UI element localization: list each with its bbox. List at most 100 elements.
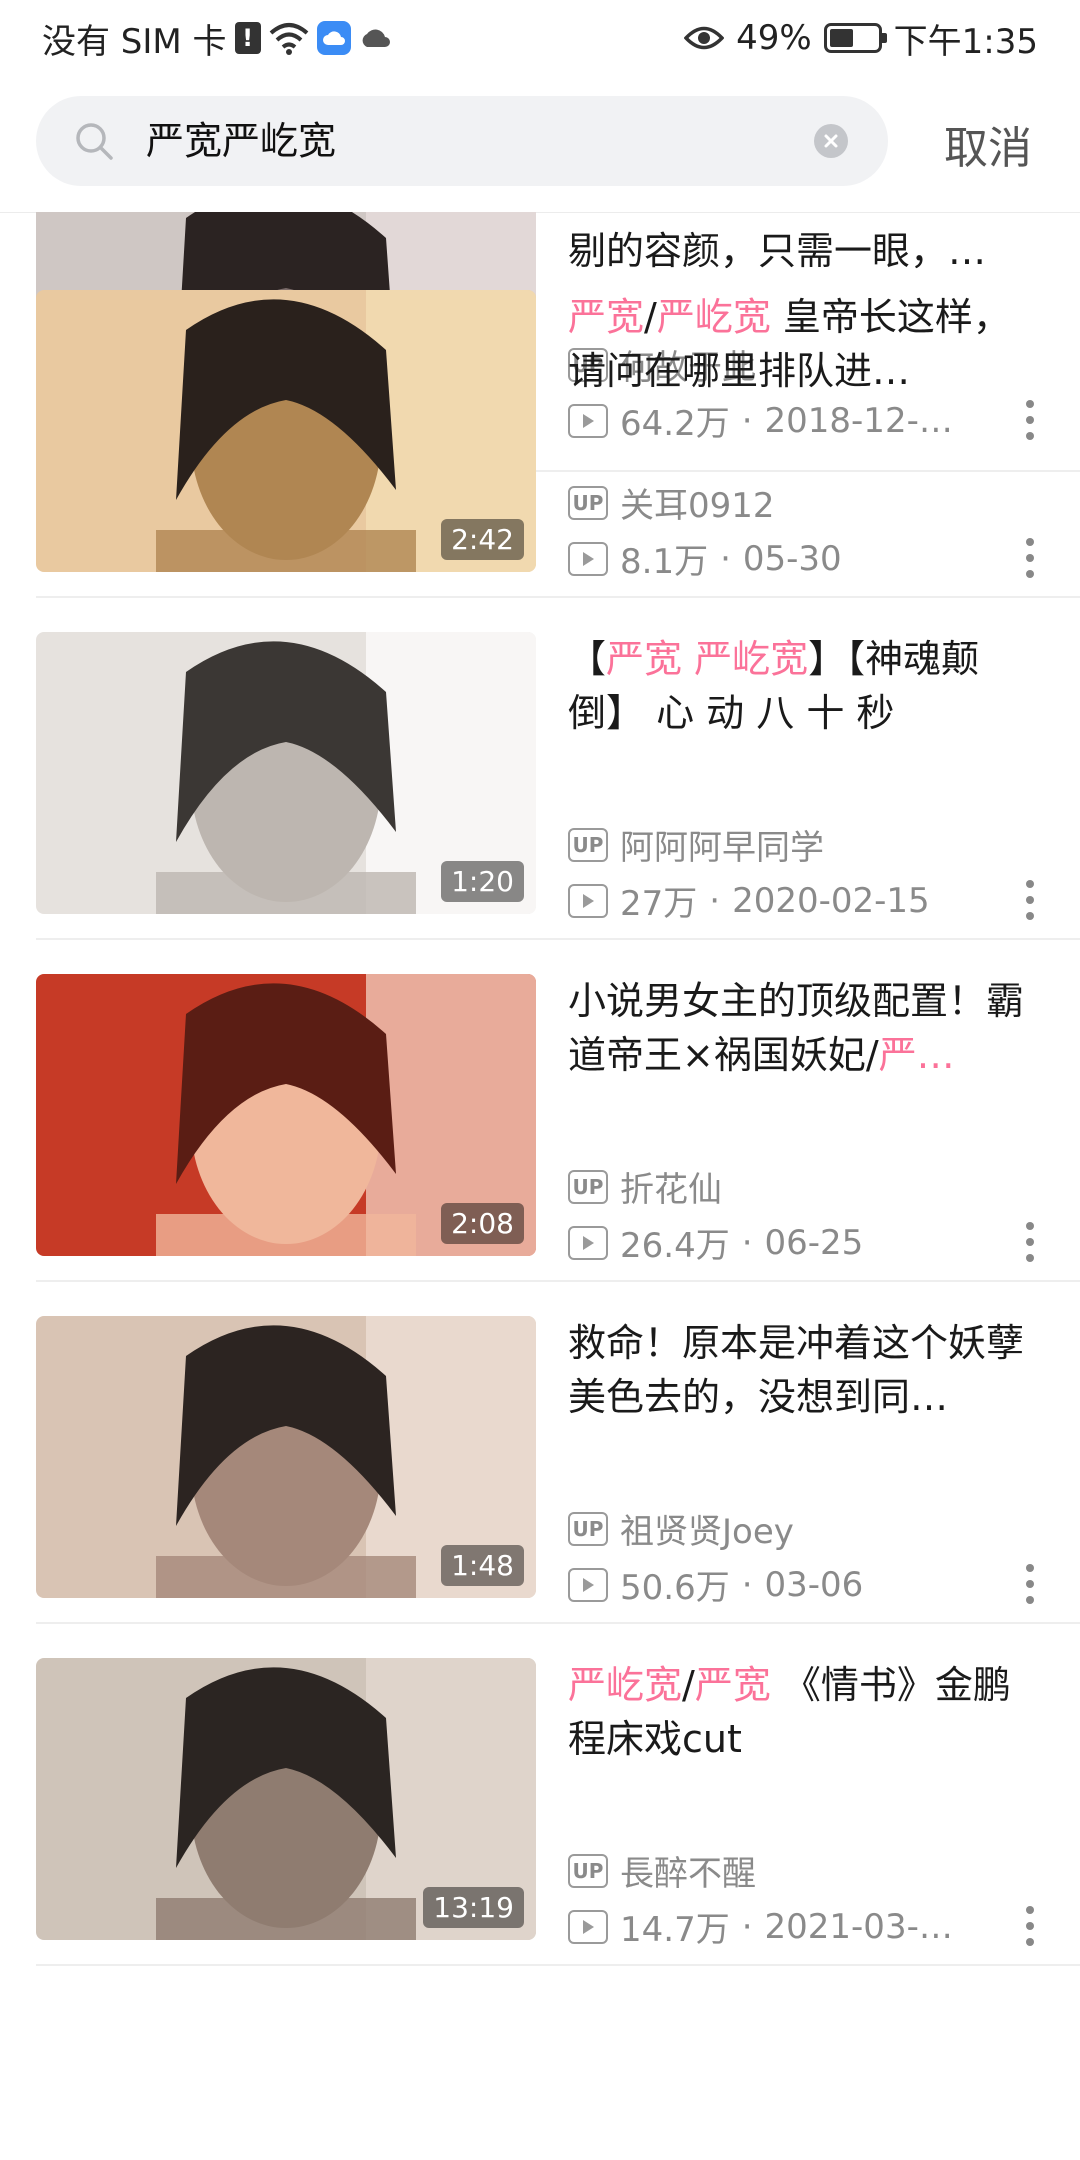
keyword-highlight: 严宽 xyxy=(568,295,645,339)
video-thumbnail[interactable]: 1:20 xyxy=(36,632,536,914)
separator-dot: · xyxy=(741,1906,753,1947)
uploader-name[interactable]: 長醉不醒 xyxy=(620,1846,756,1895)
more-options-icon[interactable] xyxy=(1024,400,1036,440)
publish-date: 2020-02-15 xyxy=(732,880,930,921)
view-count: 26.4万 xyxy=(620,1226,730,1266)
keyword-highlight: 严… xyxy=(878,1033,955,1077)
row-divider xyxy=(36,596,1080,598)
search-header: 严宽严屹宽 取消 xyxy=(0,76,1080,213)
separator-dot: · xyxy=(720,538,731,579)
publish-date: 03-06 xyxy=(764,1564,864,1605)
video-stats-row: 14.7万 · 2021-03-… xyxy=(568,1902,1008,1951)
separator-dot: · xyxy=(741,1564,753,1605)
more-options-icon[interactable] xyxy=(1024,1564,1036,1604)
video-thumbnail[interactable]: 2:08 xyxy=(36,974,536,1256)
video-thumbnail[interactable]: 2:42 xyxy=(36,290,536,572)
separator-dot: · xyxy=(741,400,753,441)
title-text: 救命！原本是冲着这个妖孽美色去的，没想到同… xyxy=(568,1321,1025,1419)
more-options-icon[interactable] xyxy=(1024,880,1036,920)
keyword-highlight: 严宽 严屹宽 xyxy=(606,637,809,681)
separator-dot: · xyxy=(709,880,721,921)
video-stats-row: 26.4万 · 06-25 xyxy=(568,1218,1008,1267)
video-title[interactable]: 严宽/严屹宽 皇帝长这样，请问在哪里排队进… xyxy=(568,290,1048,398)
clock: 下午1:35 xyxy=(893,21,1038,62)
title-text: 小说男女主的顶级配置！霸道帝王×祸国妖妃/ xyxy=(568,979,1025,1077)
uploader-name[interactable]: 阿阿阿早同学 xyxy=(620,820,824,869)
play-count-icon xyxy=(568,883,608,918)
view-count: 14.7万 xyxy=(620,1910,730,1950)
video-title[interactable]: 小说男女主的顶级配置！霸道帝王×祸国妖妃/严… xyxy=(568,974,1048,1082)
title-text: 【 xyxy=(568,637,607,681)
play-count-icon xyxy=(568,1909,608,1944)
video-duration: 2:42 xyxy=(441,519,524,560)
more-options-icon[interactable] xyxy=(1024,1222,1036,1262)
view-count: 27万 xyxy=(620,884,698,924)
row-divider xyxy=(36,1964,1080,1966)
video-duration: 2:08 xyxy=(441,1203,524,1244)
play-count-icon xyxy=(568,1567,608,1602)
cloud-app-icon xyxy=(316,21,351,55)
view-count: 8.1万 xyxy=(620,542,709,582)
video-thumbnail[interactable]: 13:19 xyxy=(36,1658,536,1940)
video-title[interactable]: 严屹宽/严宽 《情书》金鹏程床戏cut xyxy=(568,1658,1048,1766)
publish-date: 06-25 xyxy=(764,1222,864,1263)
more-options-icon[interactable] xyxy=(1024,1906,1036,1946)
up-badge-icon: UP xyxy=(568,1511,608,1546)
video-title[interactable]: 【严宽 严屹宽】【神魂颠倒】 心 动 八 十 秒 xyxy=(568,632,1048,740)
title-text: / xyxy=(644,295,657,339)
video-title[interactable]: 救命！原本是冲着这个妖孽美色去的，没想到同… xyxy=(568,1316,1048,1424)
play-count-icon xyxy=(568,1225,608,1260)
search-query[interactable]: 严宽严屹宽 xyxy=(146,96,336,186)
wifi-icon xyxy=(269,21,309,55)
play-count-icon xyxy=(568,403,608,438)
search-input[interactable]: 严宽严屹宽 xyxy=(36,96,888,186)
up-badge-icon: UP xyxy=(568,1169,608,1204)
eye-icon xyxy=(684,25,725,51)
uploader-row[interactable]: UP 关耳0912 xyxy=(568,478,775,527)
view-count: 64.2万 xyxy=(620,404,730,444)
uploader-name[interactable]: 折花仙 xyxy=(620,1162,722,1211)
uploader-name[interactable]: 祖贤贤Joey xyxy=(620,1504,794,1553)
results-list[interactable]: 3:34剔的容颜，只需一眼，…UP何故于此64.2万·2018-12-…2:42… xyxy=(0,212,1080,2160)
uploader-name[interactable]: 关耳0912 xyxy=(620,478,775,527)
separator-dot: · xyxy=(741,1222,753,1263)
cancel-button[interactable]: 取消 xyxy=(944,112,1032,176)
up-badge-icon: UP xyxy=(568,485,608,520)
keyword-highlight: 严屹宽 xyxy=(568,1663,683,1707)
battery-icon xyxy=(823,23,887,53)
uploader-row[interactable]: UP 折花仙 xyxy=(568,1162,722,1211)
up-badge-icon: UP xyxy=(568,1853,608,1888)
cloud-icon xyxy=(359,27,393,49)
clear-icon[interactable] xyxy=(814,124,848,158)
video-thumbnail[interactable]: 1:48 xyxy=(36,1316,536,1598)
row-divider xyxy=(36,1280,1080,1282)
search-icon xyxy=(74,121,114,165)
uploader-row[interactable]: UP 祖贤贤Joey xyxy=(568,1504,794,1553)
video-stats-row: 64.2万 · 2018-12-… xyxy=(568,396,1008,445)
battery-percent: 49% xyxy=(736,18,812,58)
view-count: 50.6万 xyxy=(620,1568,730,1608)
uploader-row[interactable]: UP 長醉不醒 xyxy=(568,1846,756,1895)
row-divider xyxy=(36,1622,1080,1624)
row-divider xyxy=(36,938,1080,940)
status-bar: 没有 SIM 卡 ! 49% 下午1:35 xyxy=(0,0,1080,76)
carrier-label: 没有 SIM 卡 xyxy=(42,21,227,62)
sim-alert-icon: ! xyxy=(234,22,261,54)
video-title[interactable]: 剔的容颜，只需一眼，… xyxy=(568,224,1048,278)
video-duration: 1:48 xyxy=(441,1545,524,1586)
video-stats-row: 8.1万 · 05-30 xyxy=(568,534,1008,583)
uploader-row[interactable]: UP 阿阿阿早同学 xyxy=(568,820,824,869)
publish-date: 05-30 xyxy=(742,538,842,579)
title-text: 剔的容颜，只需一眼，… xyxy=(568,229,987,273)
title-text: / xyxy=(682,1663,695,1707)
publish-date: 2018-12-… xyxy=(764,400,953,441)
video-duration: 13:19 xyxy=(423,1887,524,1928)
video-stats-row: 50.6万 · 03-06 xyxy=(568,1560,1008,1609)
status-bar-left: 没有 SIM 卡 ! xyxy=(42,14,393,62)
more-options-icon[interactable] xyxy=(1024,538,1036,578)
keyword-highlight: 严屹宽 xyxy=(656,295,771,339)
keyword-highlight: 严宽 xyxy=(694,1663,771,1707)
video-stats-row: 27万 · 2020-02-15 xyxy=(568,876,1008,925)
up-badge-icon: UP xyxy=(568,827,608,862)
play-count-icon xyxy=(568,541,608,576)
